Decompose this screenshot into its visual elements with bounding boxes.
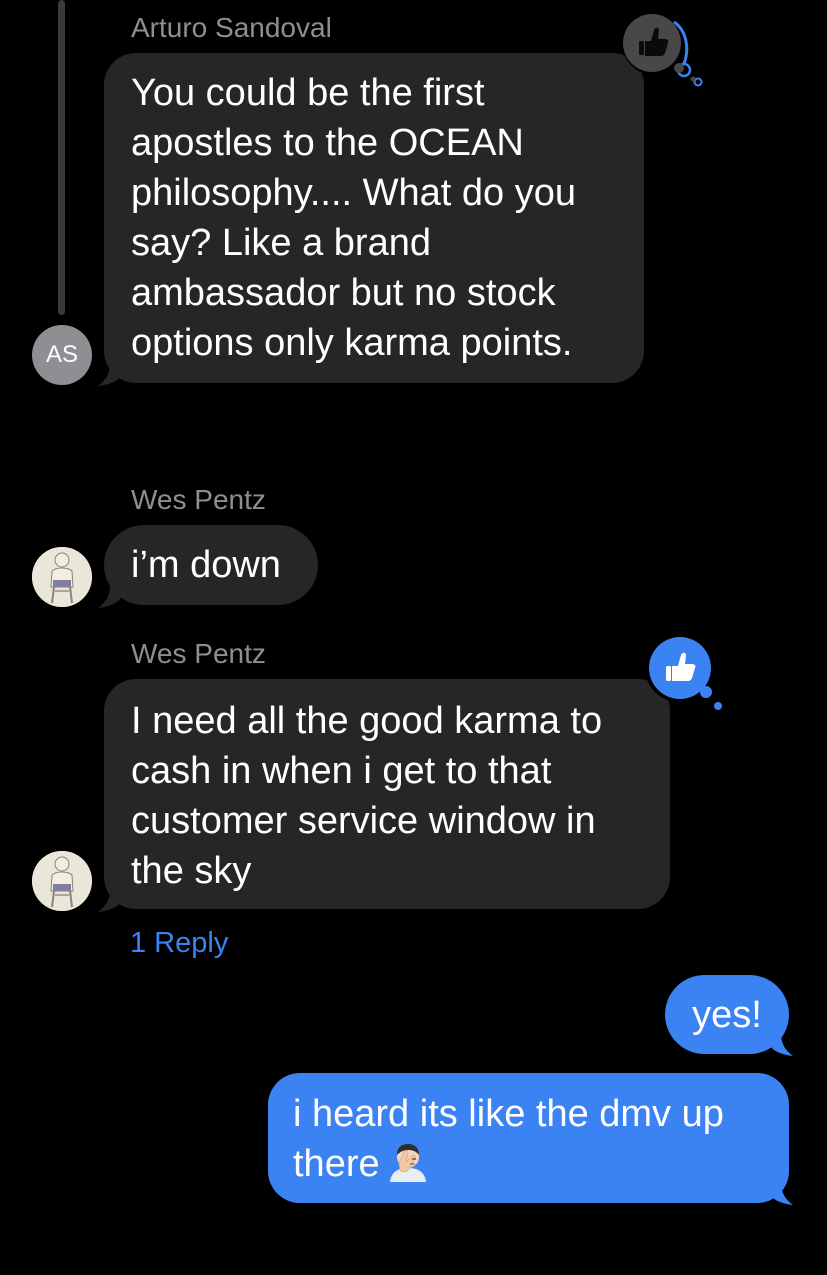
avatar[interactable]: AS [32, 325, 92, 385]
thumbs-up-icon [645, 634, 722, 710]
tapback-reaction[interactable] [618, 10, 708, 95]
message-text: You could be the first apostles to the O… [131, 72, 576, 364]
avatar-initials: AS [45, 341, 78, 368]
message-text: i heard its like the dmv up there [293, 1093, 724, 1185]
thread-reply-link[interactable]: 1 Reply [130, 926, 228, 960]
thumbs-up-icon [622, 11, 703, 87]
tapback-reaction[interactable] [644, 634, 728, 719]
facepalm-emoji-icon [386, 1142, 430, 1195]
avatar[interactable] [32, 547, 92, 607]
sketch-figure-avatar [32, 851, 92, 911]
message-bubble-incoming[interactable]: You could be the first apostles to the O… [98, 53, 644, 386]
thread-connector-line [58, 0, 65, 315]
message-bubble-incoming[interactable]: i’m down [98, 525, 318, 608]
message-bubble-outgoing[interactable]: yes! [665, 975, 793, 1056]
message-text: i’m down [131, 544, 281, 586]
message-text: yes! [692, 994, 762, 1036]
avatar[interactable] [32, 851, 92, 911]
sender-name: Arturo Sandoval [131, 12, 332, 43]
sender-name: Wes Pentz [131, 484, 266, 515]
sketch-figure-avatar [32, 547, 92, 607]
message-bubble-outgoing[interactable]: i heard its like the dmv up there [268, 1073, 793, 1205]
sender-name: Wes Pentz [131, 638, 266, 669]
message-bubble-incoming[interactable]: I need all the good karma to cash in whe… [98, 679, 670, 912]
message-text: I need all the good karma to cash in whe… [131, 700, 603, 892]
